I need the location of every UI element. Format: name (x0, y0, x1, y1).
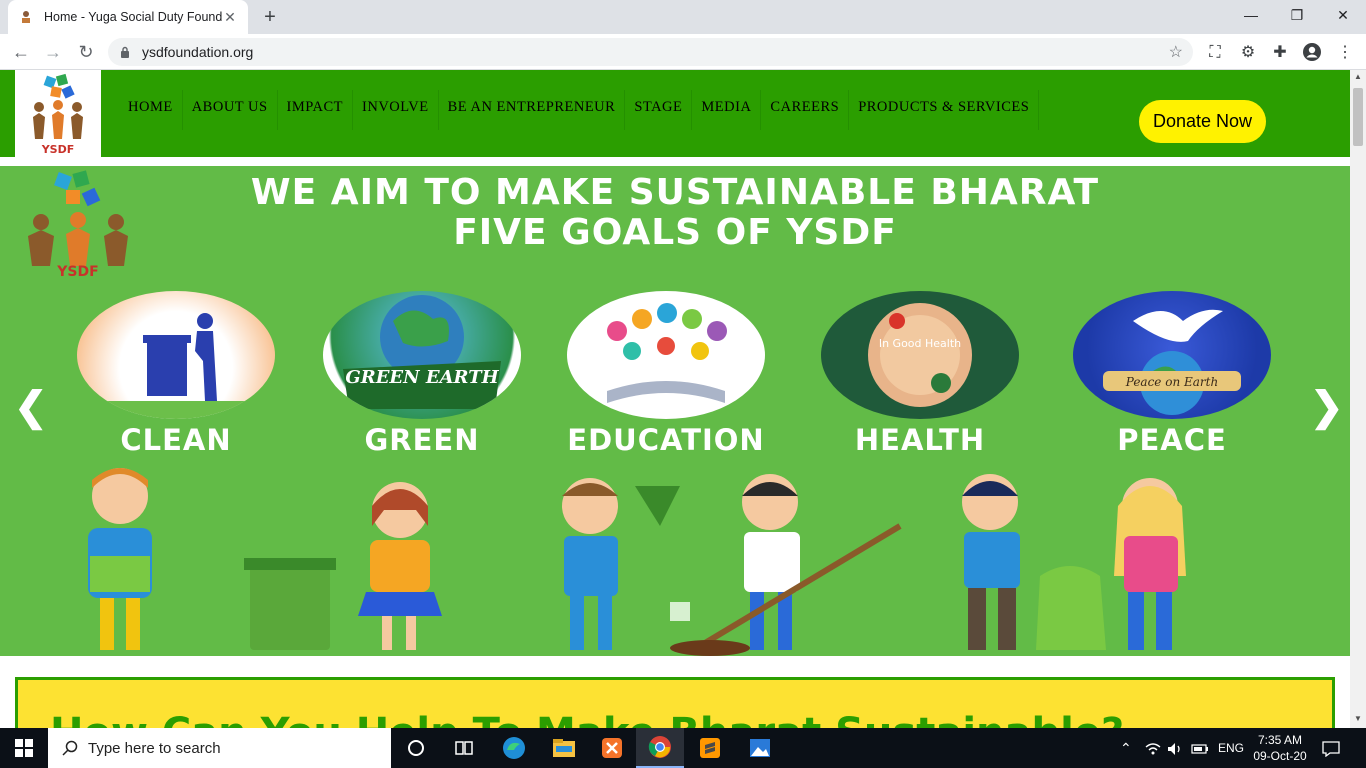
extension-gear-icon[interactable]: ⚙ (1237, 42, 1259, 64)
sublime-text-icon[interactable] (686, 728, 734, 768)
chrome-icon[interactable] (636, 728, 684, 768)
back-icon[interactable]: ← (8, 40, 34, 64)
good-health-icon: In Good Health (821, 291, 1019, 419)
goal-label: HEALTH (854, 423, 986, 457)
goal-green: GREEN EARTH GREEN (322, 291, 522, 457)
svg-text:YSDF: YSDF (41, 143, 75, 155)
file-explorer-icon[interactable] (540, 728, 588, 768)
battery-icon[interactable] (1191, 728, 1209, 768)
goal-education: EDUCATION (566, 291, 766, 457)
show-hidden-icons-icon[interactable]: ⌃ (1120, 728, 1132, 768)
menu-item-be-an-entrepreneur[interactable]: BE AN ENTREPRENEUR (439, 90, 626, 130)
svg-text:In Good Health: In Good Health (879, 337, 961, 350)
goal-label: GREEN (364, 423, 480, 457)
scroll-down-icon[interactable]: ▼ (1350, 714, 1366, 723)
bookmark-star-icon[interactable]: ☆ (1169, 42, 1183, 62)
slider-headline-1: WE AIM TO MAKE SUSTAINABLE BHARAT (250, 172, 1100, 213)
svg-text:YSDF: YSDF (56, 264, 98, 278)
profile-avatar-icon[interactable] (1301, 42, 1323, 64)
main-menu: HOME ABOUT US IMPACT INVOLVE BE AN ENTRE… (119, 90, 1040, 130)
menu-item-media[interactable]: MEDIA (692, 90, 762, 130)
xampp-icon[interactable] (588, 728, 636, 768)
menu-item-about-us[interactable]: ABOUT US (183, 90, 278, 130)
cortana-icon[interactable] (392, 728, 440, 768)
menu-item-impact[interactable]: IMPACT (278, 90, 354, 130)
page-scrollbar[interactable]: ▲ ▼ (1350, 70, 1366, 728)
clock[interactable]: 7:35 AM 09-Oct-20 (1252, 728, 1308, 768)
maximize-icon[interactable]: ❐ (1274, 0, 1320, 30)
language-indicator[interactable]: ENG (1218, 728, 1244, 768)
slider-headline-2: FIVE GOALS OF YSDF (453, 212, 897, 253)
education-book-icon (567, 291, 765, 419)
new-tab-button[interactable]: + (258, 6, 282, 28)
green-earth-icon: GREEN EARTH (323, 291, 521, 419)
goal-label: EDUCATION (567, 423, 765, 457)
action-center-icon[interactable] (1322, 728, 1340, 768)
clock-date: 09-Oct-20 (1253, 749, 1307, 763)
peace-dove-icon: Peace on Earth (1073, 291, 1271, 419)
search-placeholder: Type here to search (88, 739, 221, 757)
photos-app-icon[interactable] (736, 728, 784, 768)
minimize-icon[interactable]: — (1228, 0, 1274, 30)
close-window-icon[interactable]: ✕ (1320, 0, 1366, 30)
menu-item-products-services[interactable]: PRODUCTS & SERVICES (849, 90, 1040, 130)
slider-logo-icon: YSDF (28, 170, 128, 278)
donate-now-button[interactable]: Donate Now (1139, 100, 1266, 143)
kids-illustration (88, 468, 1186, 656)
site-favicon-icon (18, 9, 34, 25)
help-section: How Can You Help To Make Bharat Sustaina… (15, 677, 1335, 728)
browser-tab[interactable]: Home - Yuga Social Duty Founda ✕ (8, 0, 248, 34)
windows-taskbar: Type here to search ⌃ ENG 7:35 AM 09-Oct… (0, 728, 1366, 768)
url-text[interactable]: ysdfoundation.org (142, 44, 1169, 60)
goal-clean: CLEAN (76, 291, 276, 457)
goal-health: In Good Health HEALTH (820, 291, 1020, 457)
hero-slider: WE AIM TO MAKE SUSTAINABLE BHARAT FIVE G… (0, 166, 1350, 656)
extensions-puzzle-icon[interactable]: ✚ (1269, 42, 1291, 64)
browser-toolbar: ← → ↻ ysdfoundation.org ☆ ⛶ ⚙ ✚ ⋮ (0, 34, 1366, 70)
menu-item-home[interactable]: HOME (119, 90, 183, 130)
address-bar[interactable]: ysdfoundation.org ☆ (108, 38, 1193, 66)
browser-tab-bar: Home - Yuga Social Duty Founda ✕ + — ❐ ✕ (0, 0, 1366, 34)
recycle-bin-icon (77, 291, 275, 419)
lock-icon (121, 46, 129, 58)
edge-browser-icon[interactable] (490, 728, 538, 768)
scrollbar-thumb[interactable] (1353, 88, 1363, 146)
site-navbar: YSDF HOME ABOUT US IMPACT INVOLVE BE AN … (0, 70, 1350, 157)
svg-text:GREEN EARTH: GREEN EARTH (345, 367, 499, 388)
web-page: YSDF HOME ABOUT US IMPACT INVOLVE BE AN … (0, 70, 1350, 728)
slider-prev-arrow[interactable]: ❮ (14, 384, 48, 430)
goal-label: PEACE (1117, 423, 1227, 457)
reload-icon[interactable]: ↻ (73, 40, 99, 64)
tab-title: Home - Yuga Social Duty Founda (44, 10, 222, 24)
search-icon (62, 740, 78, 756)
help-section-heading: How Can You Help To Make Bharat Sustaina… (50, 710, 1124, 728)
volume-icon[interactable] (1167, 728, 1183, 768)
screenshot-icon[interactable]: ⛶ (1204, 42, 1226, 64)
goal-label: CLEAN (120, 423, 232, 457)
slider-next-arrow[interactable]: ❯ (1310, 384, 1344, 430)
task-view-icon[interactable] (440, 728, 488, 768)
scroll-up-icon[interactable]: ▲ (1350, 72, 1366, 81)
ysdf-logo-icon: YSDF (33, 73, 83, 155)
browser-menu-icon[interactable]: ⋮ (1334, 42, 1356, 64)
menu-item-careers[interactable]: CAREERS (761, 90, 850, 130)
menu-item-stage[interactable]: STAGE (625, 90, 693, 130)
windows-start-icon[interactable] (0, 728, 48, 768)
slider-indicator-dot[interactable] (670, 602, 690, 621)
forward-icon[interactable]: → (40, 40, 66, 64)
site-logo[interactable]: YSDF (15, 70, 101, 157)
clock-time: 7:35 AM (1257, 733, 1303, 747)
close-tab-icon[interactable]: ✕ (222, 9, 238, 26)
network-wifi-icon[interactable] (1145, 728, 1161, 768)
svg-text:Peace on Earth: Peace on Earth (1125, 375, 1218, 389)
menu-item-involve[interactable]: INVOLVE (353, 90, 439, 130)
taskbar-search-box[interactable]: Type here to search (48, 728, 391, 768)
goal-peace: Peace on Earth PEACE (1072, 291, 1272, 457)
